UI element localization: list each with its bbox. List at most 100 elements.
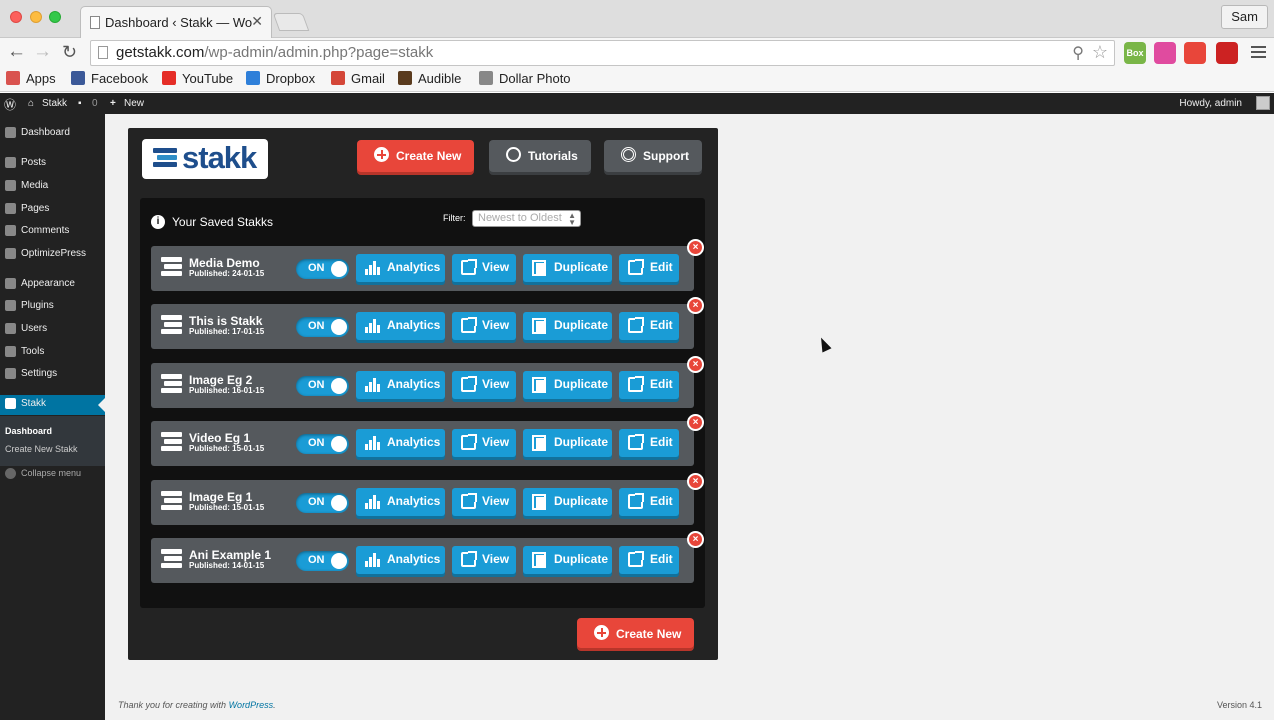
- sidebar-item-comments[interactable]: Comments: [0, 222, 105, 242]
- box-on-icon[interactable]: Box ON: [1124, 42, 1146, 80]
- duplicate-button[interactable]: Duplicate: [523, 546, 612, 574]
- window-maximize-button[interactable]: [49, 11, 61, 23]
- on-toggle[interactable]: ON: [296, 551, 349, 571]
- edit-button[interactable]: Edit: [619, 371, 679, 399]
- sidebar-item-stakk[interactable]: Stakk: [0, 395, 105, 415]
- profile-button[interactable]: Sam: [1221, 5, 1268, 29]
- sidebar-item-tools[interactable]: Tools: [0, 343, 105, 363]
- on-toggle[interactable]: ON: [296, 434, 349, 454]
- collapse-menu-button[interactable]: Collapse menu: [0, 465, 105, 485]
- analytics-button[interactable]: Analytics: [356, 546, 445, 574]
- window-minimize-button[interactable]: [30, 11, 42, 23]
- bookmark-youtube[interactable]: YouTube: [162, 71, 233, 86]
- howdy-greeting[interactable]: Howdy, admin: [1179, 98, 1242, 109]
- sidebar-item-plugins[interactable]: Plugins: [0, 297, 105, 317]
- window-close-button[interactable]: [10, 11, 22, 23]
- edit-button[interactable]: Edit: [619, 429, 679, 457]
- filter-select[interactable]: Newest to Oldest ▲ ▼: [472, 210, 581, 227]
- on-toggle[interactable]: ON: [296, 493, 349, 513]
- bookmark-star-icon[interactable]: ☆: [1092, 42, 1108, 63]
- sidebar-item-users[interactable]: Users: [0, 320, 105, 340]
- bookmark-apps[interactable]: Apps: [6, 71, 56, 86]
- bookmark-gmail[interactable]: Gmail: [331, 71, 385, 86]
- sidebar-item-appearance[interactable]: Appearance: [0, 275, 105, 295]
- sidebar-item-optimizepress[interactable]: OptimizePress: [0, 245, 105, 265]
- sidebar-item-media[interactable]: Media: [0, 177, 105, 197]
- view-button[interactable]: View: [452, 312, 516, 340]
- tutorials-button[interactable]: Tutorials: [489, 140, 591, 172]
- reload-icon[interactable]: ↻: [62, 41, 77, 63]
- on-toggle[interactable]: ON: [296, 317, 349, 337]
- duplicate-button[interactable]: Duplicate: [523, 254, 612, 282]
- view-button[interactable]: View: [452, 371, 516, 399]
- address-bar[interactable]: getstakk.com/wp-admin/admin.php?page=sta…: [90, 40, 1115, 66]
- create-new-button[interactable]: Create New: [357, 140, 474, 172]
- delete-x-icon[interactable]: ×: [687, 239, 704, 256]
- create-new-button-bottom[interactable]: Create New: [577, 618, 694, 648]
- wordpress-link[interactable]: WordPress: [229, 700, 274, 710]
- comment-bubble-icon[interactable]: ▪: [78, 98, 82, 109]
- view-label: View: [482, 435, 510, 449]
- duplicate-button[interactable]: Duplicate: [523, 312, 612, 340]
- delete-x-icon[interactable]: ×: [687, 473, 704, 490]
- wordpress-logo-icon[interactable]: Ⓦ: [4, 96, 16, 113]
- bookmark-dollar-photo[interactable]: Dollar Photo: [479, 71, 571, 86]
- analytics-button[interactable]: Analytics: [356, 312, 445, 340]
- browser-toolbar: ← → ↻ getstakk.com/wp-admin/admin.php?pa…: [0, 38, 1274, 80]
- home-icon[interactable]: ⌂: [28, 98, 34, 109]
- delete-x-icon[interactable]: ×: [687, 297, 704, 314]
- edit-button[interactable]: Edit: [619, 488, 679, 516]
- submenu-item-create-new-stakk[interactable]: Create New Stakk: [5, 444, 78, 454]
- delete-x-icon[interactable]: ×: [687, 414, 704, 431]
- on-toggle[interactable]: ON: [296, 259, 349, 279]
- on-toggle[interactable]: ON: [296, 376, 349, 396]
- avatar[interactable]: [1256, 96, 1270, 110]
- duplicate-button[interactable]: Duplicate: [523, 429, 612, 457]
- bookmark-dropbox[interactable]: Dropbox: [246, 71, 315, 86]
- plus-icon[interactable]: +: [110, 98, 116, 109]
- sidebar-item-pages[interactable]: Pages: [0, 200, 105, 220]
- view-button[interactable]: View: [452, 546, 516, 574]
- edit-button[interactable]: Edit: [619, 254, 679, 282]
- hand-icon[interactable]: [1216, 42, 1238, 64]
- duplicate-button[interactable]: Duplicate: [523, 371, 612, 399]
- sidebar-item-dashboard[interactable]: Dashboard: [0, 124, 105, 144]
- view-button[interactable]: View: [452, 488, 516, 516]
- delete-x-icon[interactable]: ×: [687, 531, 704, 548]
- analytics-button[interactable]: Analytics: [356, 254, 445, 282]
- view-button[interactable]: View: [452, 429, 516, 457]
- analytics-label: Analytics: [387, 260, 441, 274]
- bookmark-audible[interactable]: Audible: [398, 71, 461, 86]
- view-button[interactable]: View: [452, 254, 516, 282]
- submenu-item-dashboard[interactable]: Dashboard: [5, 426, 52, 436]
- analytics-button[interactable]: Analytics: [356, 429, 445, 457]
- site-name-link[interactable]: Stakk: [42, 98, 67, 109]
- url-text[interactable]: getstakk.com/wp-admin/admin.php?page=sta…: [116, 44, 433, 61]
- bookmark-facebook[interactable]: Facebook: [71, 71, 148, 86]
- lifebuoy-icon: [621, 147, 636, 162]
- bar-chart-icon: [365, 260, 380, 275]
- list-item: Image Eg 1 Published: 15-01-15 ON Analytics…: [151, 473, 704, 525]
- analytics-button[interactable]: Analytics: [356, 371, 445, 399]
- stakk-logo: stakk: [142, 139, 268, 179]
- browser-tab-active[interactable]: Dashboard ‹ Stakk — Word ✕: [80, 6, 272, 39]
- color-wheel-icon[interactable]: [1154, 42, 1176, 64]
- duplicate-button[interactable]: Duplicate: [523, 488, 612, 516]
- analytics-button[interactable]: Analytics: [356, 488, 445, 516]
- delete-x-icon[interactable]: ×: [687, 356, 704, 373]
- new-content-link[interactable]: New: [124, 98, 144, 109]
- comments-count[interactable]: 0: [92, 98, 98, 109]
- back-arrow-icon[interactable]: ←: [7, 41, 26, 63]
- star-badge-icon[interactable]: [1184, 42, 1206, 64]
- chrome-menu-icon[interactable]: [1251, 43, 1266, 61]
- stakk-published-date: Published: 14-01-15: [189, 561, 265, 570]
- sidebar-item-posts[interactable]: Posts: [0, 154, 105, 174]
- tab-close-icon[interactable]: ✕: [251, 13, 263, 30]
- sidebar-item-settings[interactable]: Settings: [0, 365, 105, 385]
- search-icon[interactable]: ⚲: [1072, 43, 1084, 63]
- new-tab-button[interactable]: [272, 13, 310, 31]
- edit-button[interactable]: Edit: [619, 546, 679, 574]
- support-button[interactable]: Support: [604, 140, 702, 172]
- forward-arrow-icon[interactable]: →: [33, 41, 52, 63]
- edit-button[interactable]: Edit: [619, 312, 679, 340]
